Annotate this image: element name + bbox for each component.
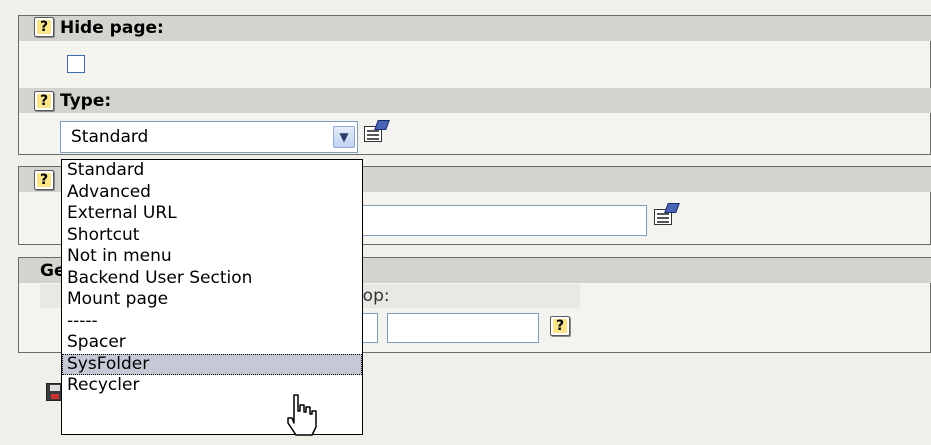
option-backend-user-section[interactable]: Backend User Section	[62, 268, 362, 290]
option-spacer[interactable]: Spacer	[62, 332, 362, 354]
option-advanced[interactable]: Advanced	[62, 182, 362, 204]
option-not-in-menu[interactable]: Not in menu	[62, 246, 362, 268]
option-divider: -----	[67, 310, 98, 331]
type-label: Type:	[60, 91, 112, 111]
hand-pointer-cursor	[287, 394, 317, 436]
help-icon[interactable]: ?	[550, 316, 570, 336]
option-standard[interactable]: Standard	[62, 160, 362, 182]
type-select-value: Standard	[71, 127, 149, 147]
help-icon[interactable]: ?	[34, 170, 54, 190]
option-mount-page[interactable]: Mount page	[62, 289, 362, 311]
hide-page-label: Hide page:	[60, 18, 164, 38]
title-input[interactable]	[355, 205, 647, 236]
type-header	[19, 88, 931, 113]
option-shortcut[interactable]: Shortcut	[62, 225, 362, 247]
edit-wizard-icon[interactable]	[652, 203, 682, 227]
type-select[interactable]: Standard	[60, 121, 358, 153]
chevron-down-icon[interactable]: ▼	[333, 126, 355, 148]
option-sysfolder[interactable]: SysFolder	[62, 353, 362, 375]
help-icon[interactable]: ?	[34, 91, 54, 111]
edit-wizard-icon[interactable]	[362, 120, 392, 144]
general-input[interactable]	[387, 313, 539, 343]
option-external-url[interactable]: External URL	[62, 203, 362, 225]
hide-page-checkbox[interactable]	[67, 55, 85, 73]
help-icon[interactable]: ?	[34, 17, 54, 37]
